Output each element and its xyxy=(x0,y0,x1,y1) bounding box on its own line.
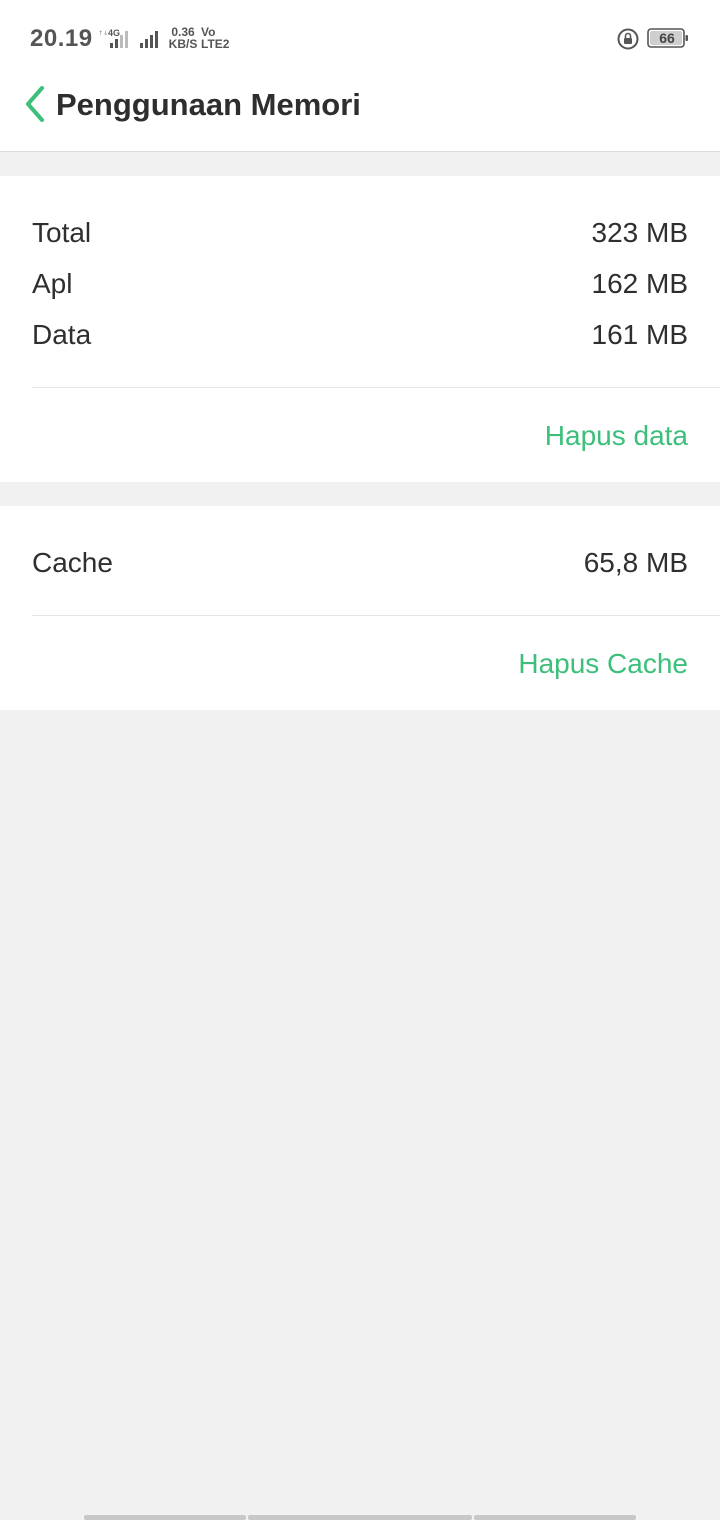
top-area: 20.19 ↑↓ 4G 0.36 KB/S Vo LTE2 66 Penggun… xyxy=(0,0,720,152)
divider xyxy=(32,615,720,616)
storage-card: Total 323 MB Apl 162 MB Data 161 MB Hapu… xyxy=(0,176,720,482)
volte-bottom: LTE2 xyxy=(201,37,230,51)
cache-row: Cache 65,8 MB xyxy=(32,543,688,583)
nav-hint-left[interactable] xyxy=(84,1515,246,1520)
nav-hint-right[interactable] xyxy=(474,1515,636,1520)
row-value: 323 MB xyxy=(591,217,689,248)
status-bar: 20.19 ↑↓ 4G 0.36 KB/S Vo LTE2 66 xyxy=(0,0,720,76)
battery-level: 66 xyxy=(659,30,675,46)
divider xyxy=(32,387,720,388)
storage-row-total: Total 323 MB xyxy=(32,213,688,253)
row-label: Data xyxy=(32,319,92,350)
nav-hint-center[interactable] xyxy=(248,1515,472,1520)
page-title: Penggunaan Memori xyxy=(56,87,361,122)
volte-indicator: Vo LTE2 xyxy=(201,26,229,50)
status-time: 20.19 xyxy=(30,25,93,52)
row-label: Cache xyxy=(32,547,113,578)
chevron-left-icon[interactable] xyxy=(18,84,54,124)
row-label: Total xyxy=(32,217,92,248)
signal-sim2-icon xyxy=(140,31,158,48)
network-speed: 0.36 KB/S xyxy=(167,26,199,50)
clear-data-button[interactable]: Hapus data xyxy=(545,416,688,456)
svg-text:↑↓: ↑↓ xyxy=(98,30,108,37)
cache-card: Cache 65,8 MB Hapus Cache xyxy=(0,506,720,710)
network-type-label: 4G xyxy=(108,28,120,38)
row-value: 161 MB xyxy=(591,319,689,350)
clear-cache-button[interactable]: Hapus Cache xyxy=(518,644,688,684)
row-value: 162 MB xyxy=(591,268,689,299)
row-value: 65,8 MB xyxy=(583,547,688,578)
rotation-lock-icon xyxy=(617,28,639,50)
network-speed-unit: KB/S xyxy=(168,37,198,51)
row-label: Apl xyxy=(32,268,73,299)
signal-sim1-icon: ↑↓ 4G xyxy=(98,28,128,48)
storage-row-data: Data 161 MB xyxy=(32,315,688,355)
storage-row-apps: Apl 162 MB xyxy=(32,264,688,304)
